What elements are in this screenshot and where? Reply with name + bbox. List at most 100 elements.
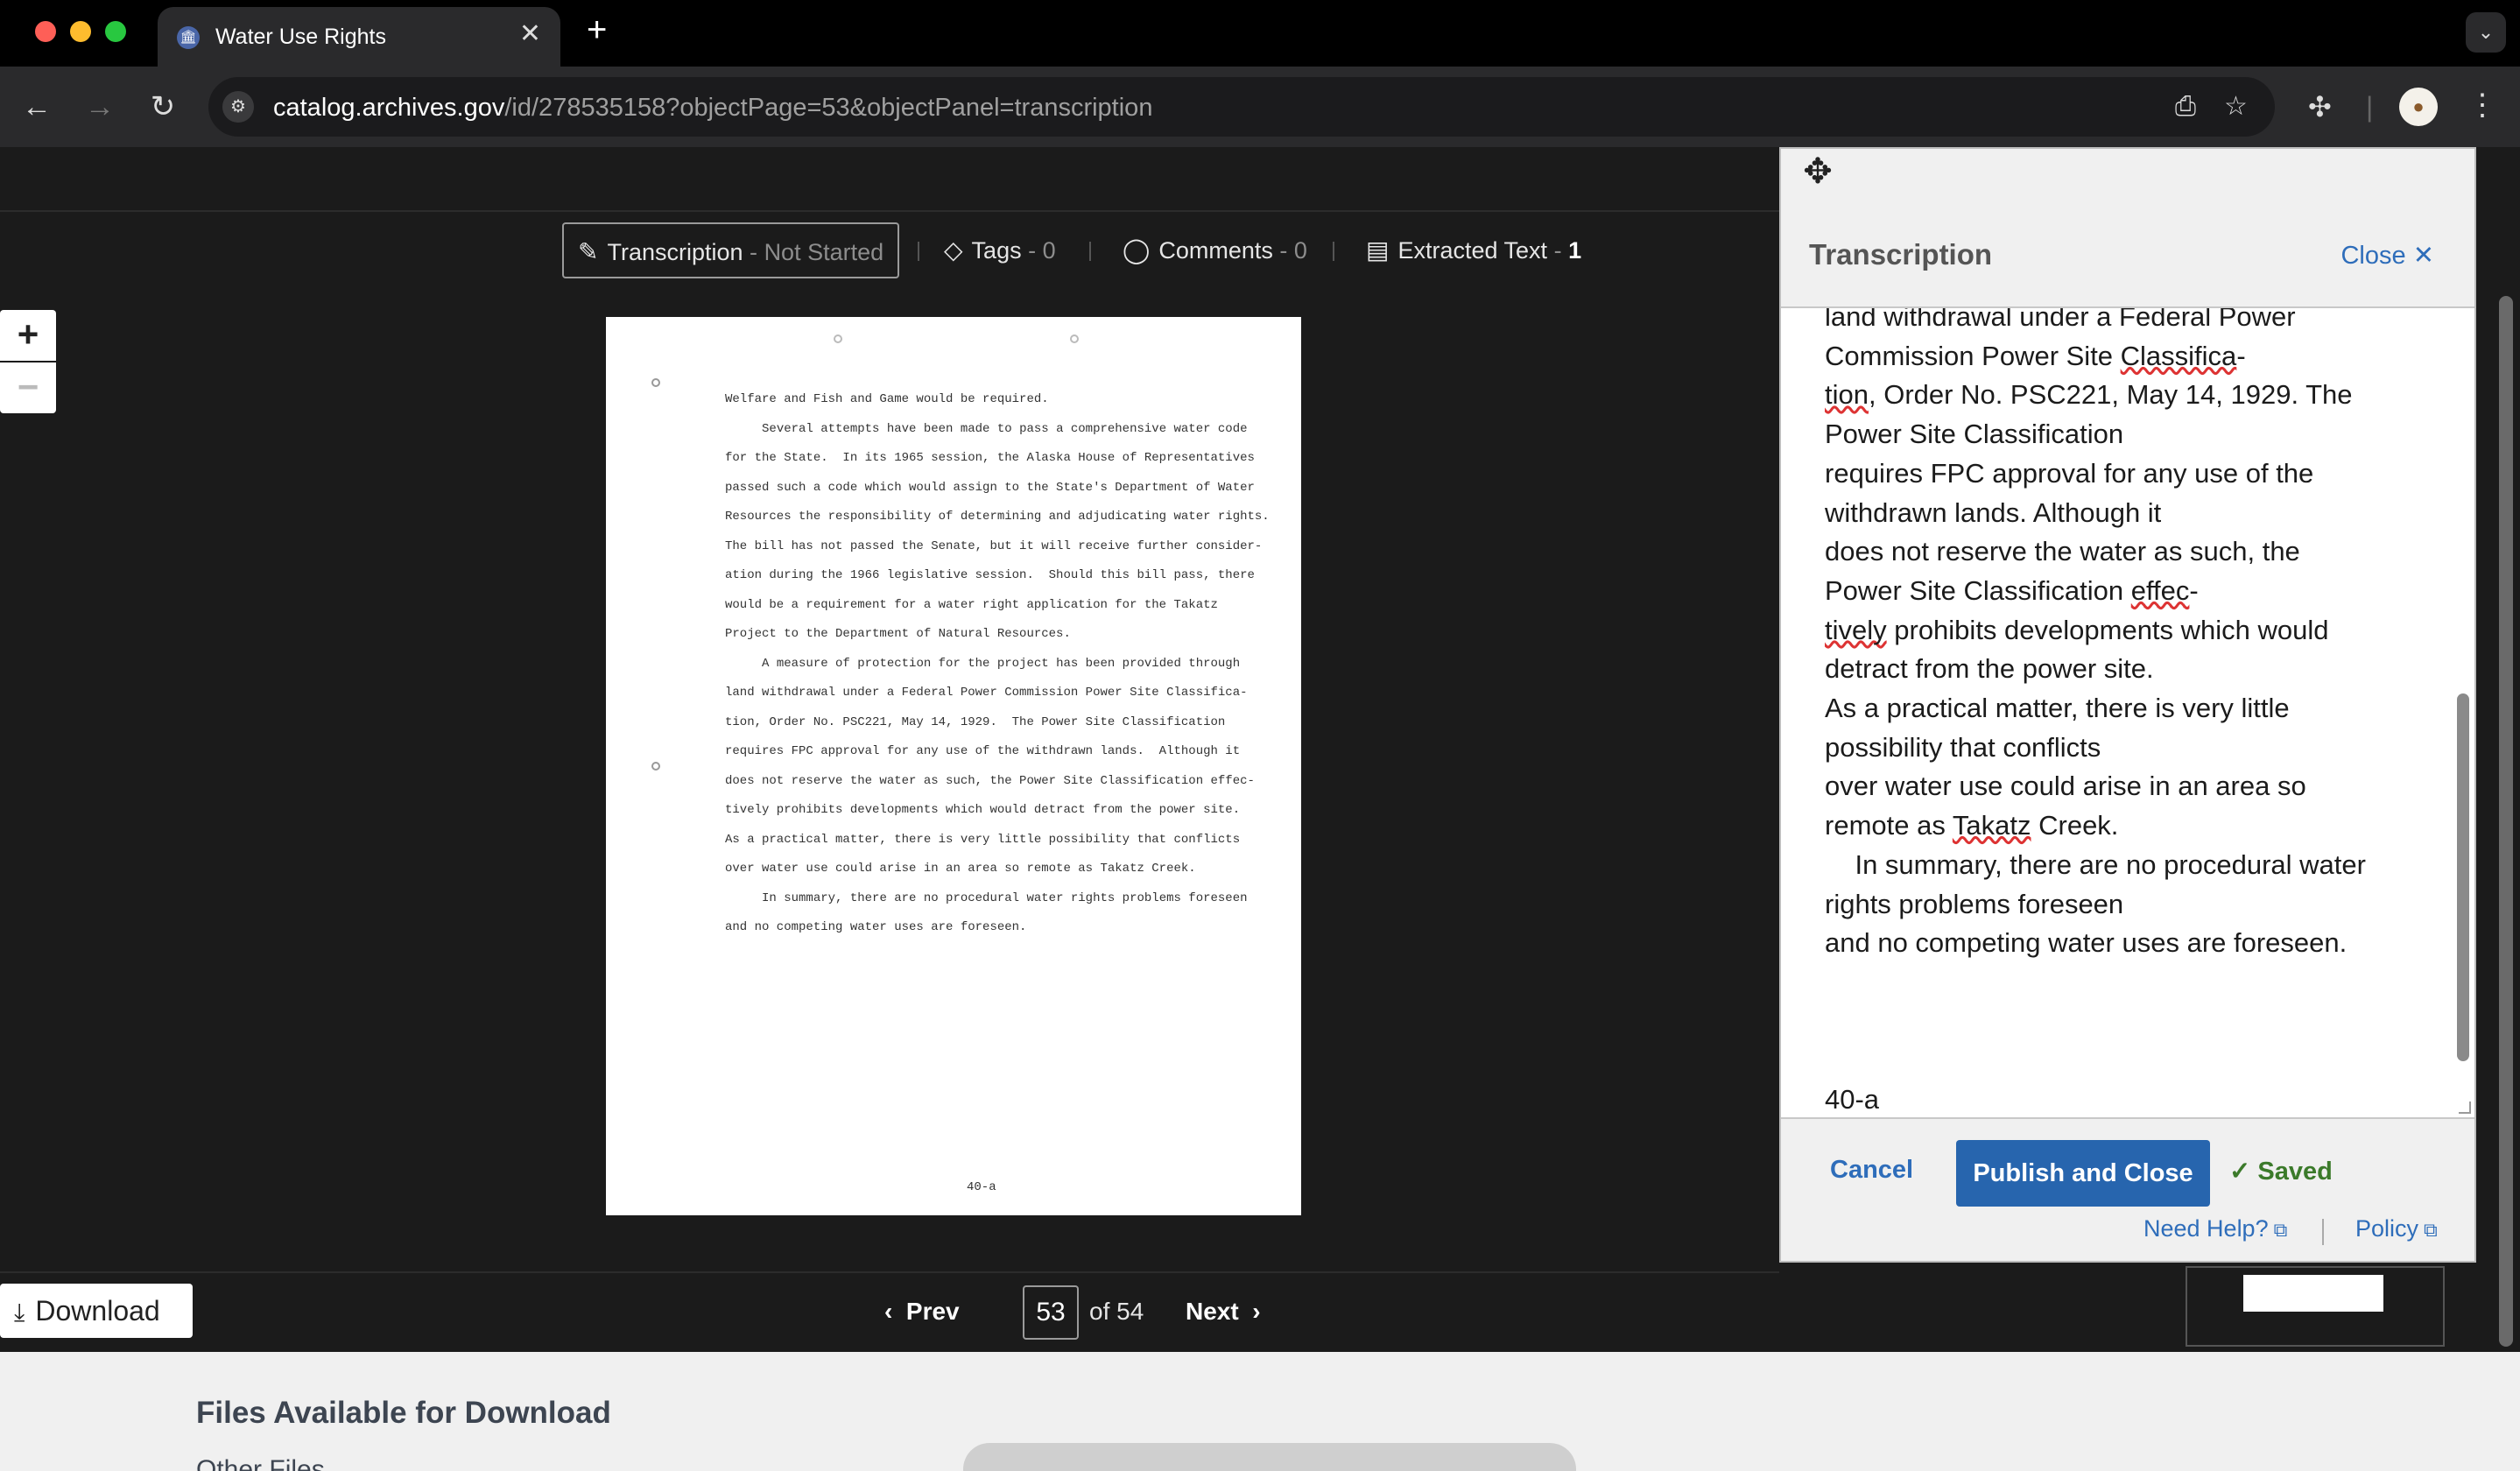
page-thumbnail[interactable] (2186, 1266, 2445, 1347)
next-page-button[interactable]: Next › (1186, 1296, 1261, 1327)
document-line: In summary, there are no procedural wate… (725, 890, 1248, 905)
document-line: Welfare and Fish and Game would be requi… (725, 392, 1049, 406)
saved-status: ✓ Saved (2229, 1158, 2333, 1186)
external-link-icon: ⧉ (2424, 1219, 2438, 1241)
document-viewer: ✎ Transcription - Not Started ◇ Tags - 0 ◯… (0, 147, 2520, 1352)
files-heading: Files Available for Download (196, 1396, 611, 1430)
extensions-puzzle-icon[interactable]: ✣ (2308, 89, 2332, 124)
transcription-textarea[interactable]: land withdrawal under a Federal Power Co… (1781, 308, 2474, 1119)
site-info-icon[interactable]: ⚙ (222, 91, 254, 123)
tab-close-icon[interactable]: ✕ (519, 21, 541, 47)
chevron-left-icon: ‹ (884, 1298, 906, 1325)
profile-avatar[interactable]: ● (2399, 88, 2438, 126)
panel-title: Transcription (1809, 238, 1993, 271)
document-line: does not reserve the water as such, the … (725, 773, 1255, 788)
tab-separator (1089, 242, 1091, 261)
transcription-panel: ✥ Transcription Close ✕ land withdrawal … (1779, 147, 2476, 1263)
browser-tab-bar: 🏛 Water Use Rights ✕ + ⌄ (0, 0, 2520, 67)
punch-hole-mark (834, 334, 842, 343)
chevron-right-icon: › (1238, 1298, 1261, 1325)
comments-count: 0 (1293, 237, 1307, 264)
page-scrollbar[interactable] (2492, 147, 2520, 1352)
viewer-divider (0, 1271, 1779, 1273)
close-icon: ✕ (2412, 242, 2434, 270)
policy-link[interactable]: Policy ⧉ (2355, 1215, 2438, 1242)
document-folio: 40-a (967, 1180, 996, 1194)
tab-search-chevron-icon[interactable]: ⌄ (2466, 12, 2506, 53)
document-line: and no competing water uses are foreseen… (725, 920, 1027, 934)
tab-extracted-text[interactable]: ▤ Extracted Text - 1 (1366, 222, 1581, 278)
document-line: would be a requirement for a water right… (725, 597, 1218, 612)
edit-pencil-icon: ✎ (578, 238, 599, 265)
document-line: Several attempts have been made to pass … (725, 421, 1248, 436)
tags-count: 0 (1042, 237, 1056, 264)
window-close-button[interactable] (35, 21, 56, 42)
tab-title: Water Use Rights (215, 25, 386, 49)
thumbnail-image (2243, 1275, 2383, 1312)
document-line: A measure of protection for the project … (725, 656, 1241, 671)
bookmark-star-icon[interactable]: ☆ (2224, 91, 2248, 123)
document-line: tion, Order No. PSC221, May 14, 1929. Th… (725, 714, 1226, 729)
download-icon: ⤓ (14, 1299, 25, 1326)
move-drag-icon[interactable]: ✥ (1793, 151, 1842, 193)
viewer-tab-bar: ✎ Transcription - Not Started ◇ Tags - 0 ◯… (0, 222, 1779, 278)
install-app-icon[interactable]: ⎙ (2175, 91, 2196, 123)
transcription-status: Not Started (764, 239, 884, 265)
document-line: Resources the responsibility of determin… (725, 510, 1270, 524)
reload-icon[interactable]: ↻ (140, 84, 186, 130)
address-bar[interactable]: ⚙ catalog.archives.gov/id/278535158?obje… (208, 77, 2275, 137)
extracted-count: 1 (1568, 237, 1582, 264)
cancel-button[interactable]: Cancel (1830, 1156, 1913, 1185)
publish-and-close-button[interactable]: Publish and Close (1956, 1140, 2210, 1207)
other-files-heading: Other Files (196, 1455, 325, 1471)
external-link-icon: ⧉ (2273, 1219, 2288, 1241)
document-line: passed such a code which would assign to… (725, 480, 1255, 495)
toolbar-divider: | (2366, 91, 2374, 123)
tab-separator (918, 242, 919, 261)
textarea-scrollbar-thumb[interactable] (2457, 693, 2469, 1061)
url-text[interactable]: catalog.archives.gov/id/278535158?object… (273, 94, 1152, 123)
document-line: for the State. In its 1965 session, the … (725, 451, 1255, 465)
need-help-link[interactable]: Need Help? ⧉ (2143, 1215, 2287, 1242)
document-line: land withdrawal under a Federal Power Co… (725, 686, 1248, 700)
tab-tags[interactable]: ◇ Tags - 0 (944, 222, 1056, 278)
document-line: The bill has not passed the Senate, but … (725, 538, 1263, 553)
tab-comments[interactable]: ◯ Comments - 0 (1123, 222, 1307, 278)
page-total: of 54 (1089, 1298, 1144, 1325)
punch-hole-mark (1070, 334, 1079, 343)
page-scrollbar-thumb[interactable] (2499, 296, 2513, 1347)
document-text: Welfare and Fish and Game would be requi… (725, 385, 1285, 943)
page-number-input[interactable]: 53 (1023, 1285, 1079, 1340)
files-section: Files Available for Download Other Files (0, 1352, 2520, 1471)
footer-separator (2322, 1219, 2324, 1245)
archives-favicon-icon: 🏛 (177, 26, 200, 49)
zoom-out-button[interactable]: − (0, 362, 56, 413)
window-minimize-button[interactable] (70, 21, 91, 42)
punch-hole-mark (651, 378, 660, 387)
punch-hole-mark (651, 762, 660, 771)
download-button[interactable]: ⤓ Download (0, 1284, 193, 1338)
overlay-shadow (963, 1443, 1576, 1471)
zoom-in-button[interactable]: + (0, 310, 56, 361)
browser-menu-icon[interactable]: ⋮ (2467, 86, 2497, 124)
document-line: ation during the 1966 legislative sessio… (725, 568, 1255, 582)
tag-icon: ◇ (944, 236, 963, 264)
document-line: requires FPC approval for any use of the… (725, 744, 1241, 758)
document-icon: ▤ (1366, 236, 1390, 264)
forward-arrow-icon[interactable]: → (77, 84, 123, 130)
tab-separator (1333, 242, 1334, 261)
tab-transcription[interactable]: ✎ Transcription - Not Started (562, 222, 900, 278)
prev-page-button[interactable]: ‹ Prev (884, 1296, 960, 1327)
back-arrow-icon[interactable]: ← (14, 84, 60, 130)
new-tab-icon[interactable]: + (587, 12, 607, 47)
transcription-text[interactable]: land withdrawal under a Federal Power Co… (1825, 308, 2403, 1117)
browser-tab[interactable]: 🏛 Water Use Rights ✕ (158, 7, 560, 67)
document-line: tively prohibits developments which woul… (725, 803, 1241, 817)
panel-close-button[interactable]: Close ✕ (2341, 240, 2434, 271)
textarea-resize-handle[interactable] (2459, 1101, 2471, 1114)
document-line: As a practical matter, there is very lit… (725, 832, 1241, 847)
browser-toolbar: ← → ↻ ⚙ catalog.archives.gov/id/27853515… (0, 67, 2520, 147)
comment-bubble-icon: ◯ (1123, 236, 1151, 264)
document-line: Project to the Department of Natural Res… (725, 627, 1071, 641)
window-zoom-button[interactable] (105, 21, 126, 42)
